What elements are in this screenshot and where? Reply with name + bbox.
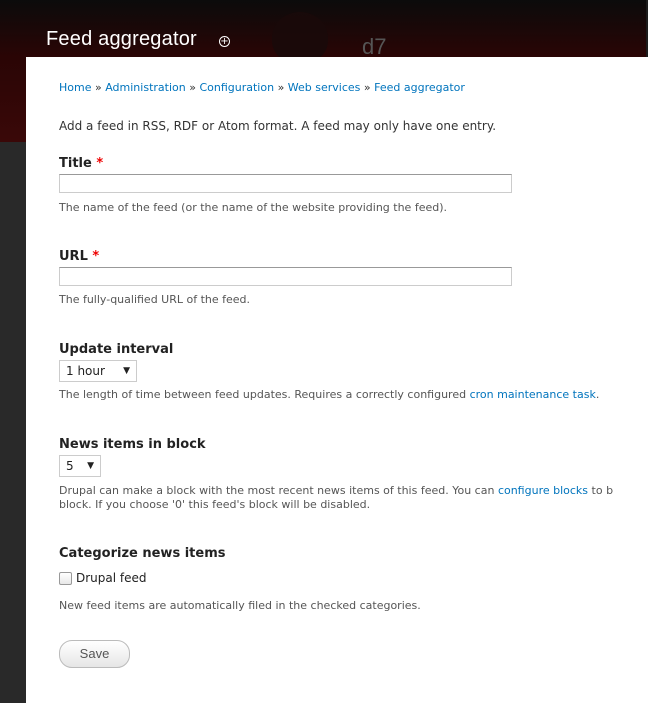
breadcrumb-separator: »: [189, 81, 196, 94]
cron-maintenance-task-link[interactable]: cron maintenance task: [470, 388, 596, 401]
overlay-content: Home » Administration » Configuration » …: [26, 57, 648, 703]
breadcrumb-web-services[interactable]: Web services: [288, 81, 361, 94]
breadcrumb-separator: »: [277, 81, 285, 94]
breadcrumb-separator: »: [94, 81, 102, 94]
breadcrumb-feed-aggregator[interactable]: Feed aggregator: [374, 81, 465, 94]
chevron-down-icon: ▼: [123, 366, 130, 376]
url-input[interactable]: [59, 267, 512, 286]
breadcrumb-separator: »: [363, 81, 371, 94]
breadcrumb-administration[interactable]: Administration: [105, 81, 186, 94]
configure-blocks-link[interactable]: configure blocks: [498, 484, 588, 497]
news-items-description: Drupal can make a block with the most re…: [59, 484, 613, 497]
breadcrumb: Home » Administration » Configuration » …: [59, 81, 465, 94]
url-label: URL *: [59, 249, 99, 264]
url-description: The fully-qualified URL of the feed.: [59, 293, 251, 306]
drupal-feed-checkbox[interactable]: [59, 572, 72, 585]
title-label-text: Title: [59, 156, 92, 171]
update-interval-label: Update interval: [59, 342, 174, 357]
required-marker: *: [92, 249, 100, 264]
breadcrumb-home[interactable]: Home: [59, 81, 91, 94]
news-items-description-line2: block. If you choose '0' this feed's blo…: [59, 498, 371, 511]
news-items-description-text: Drupal can make a block with the most re…: [59, 484, 498, 497]
breadcrumb-configuration[interactable]: Configuration: [199, 81, 274, 94]
update-interval-description: The length of time between feed updates.…: [59, 388, 599, 401]
title-input[interactable]: [59, 174, 512, 193]
news-items-description-tail: to b: [588, 484, 614, 497]
news-items-selected: 5: [66, 459, 74, 473]
update-interval-description-end: .: [595, 388, 600, 401]
news-items-select[interactable]: 5 ▼: [59, 455, 101, 477]
form-intro: Add a feed in RSS, RDF or Atom format. A…: [59, 119, 497, 133]
title-description: The name of the feed (or the name of the…: [59, 201, 447, 214]
add-shortcut-icon[interactable]: +: [219, 36, 230, 47]
update-interval-description-text: The length of time between feed updates.…: [59, 388, 470, 401]
drupal-feed-checkbox-label[interactable]: Drupal feed: [76, 571, 147, 585]
categorize-description: New feed items are automatically filed i…: [59, 599, 421, 612]
chevron-down-icon: ▼: [87, 461, 94, 471]
news-items-label: News items in block: [59, 437, 206, 452]
update-interval-select[interactable]: 1 hour ▼: [59, 360, 137, 382]
page-title: Feed aggregator: [46, 28, 197, 50]
url-label-text: URL: [59, 249, 88, 264]
update-interval-selected: 1 hour: [66, 364, 105, 378]
required-marker: *: [96, 156, 104, 171]
save-button[interactable]: Save: [59, 640, 130, 668]
categorize-label: Categorize news items: [59, 546, 226, 561]
title-label: Title *: [59, 156, 103, 171]
